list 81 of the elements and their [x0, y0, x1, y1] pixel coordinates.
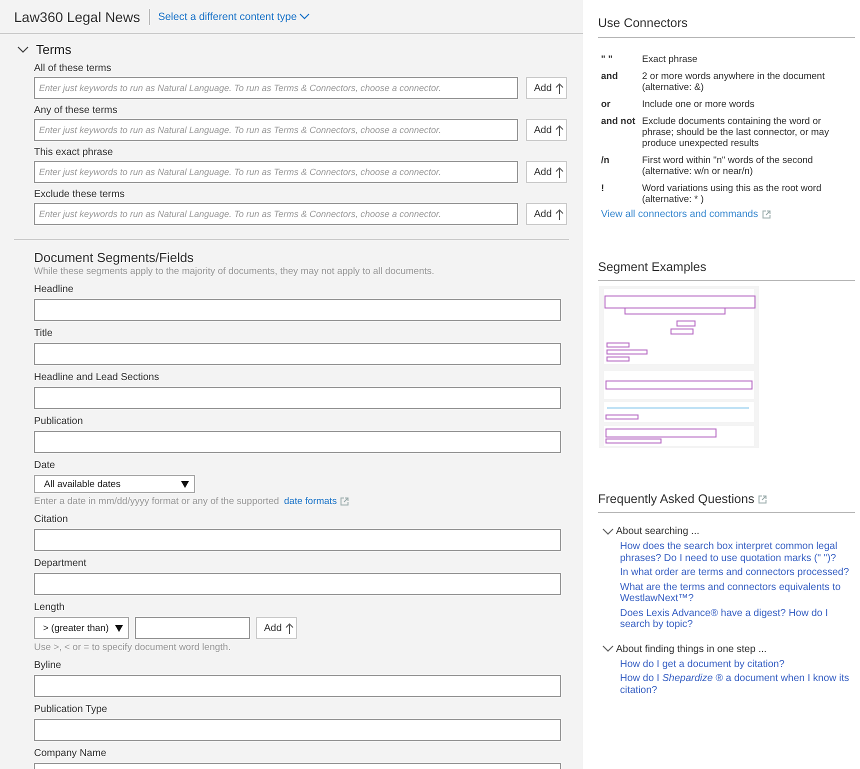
text-input[interactable]: [34, 719, 561, 741]
date-formats-link[interactable]: date formats: [284, 496, 337, 507]
dropdown-arrow-icon: [181, 480, 189, 488]
field-label: Date: [34, 459, 56, 472]
arrow-up-icon: [284, 622, 294, 634]
terms-toggle[interactable]: Terms: [14, 42, 72, 57]
connectors-link[interactable]: View all connectors and commands: [601, 209, 758, 220]
field-label: Length: [34, 601, 66, 614]
external-link-icon: [340, 497, 349, 506]
panel-heading: Segment Examples: [598, 260, 855, 281]
add-button[interactable]: Add: [256, 617, 297, 639]
terms-input[interactable]: Enter just keywords to run as Natural Language. To run as Terms & Connectors, choose a connector.: [34, 77, 518, 99]
text-input[interactable]: [34, 431, 561, 453]
faq-link[interactable]: What are the terms and connectors equivalents to WestlawNext™?: [620, 582, 855, 604]
add-button[interactable]: Add: [526, 119, 567, 141]
field-label: Exclude these terms: [34, 188, 126, 201]
connector-description: Exclude documents containing the word or phrase; should be the last connector, or may produce unexpected results: [642, 116, 830, 149]
terms-input[interactable]: Enter just keywords to run as Natural Language. To run as Terms & Connectors, choose a connector.: [34, 203, 518, 225]
field-label: Headline and Lead Sections: [34, 371, 160, 384]
connector-symbol: and: [601, 71, 619, 84]
connector-symbol: " ": [601, 54, 614, 65]
arrow-up-icon: [554, 82, 564, 94]
faq-link[interactable]: How do I get a document by citation?: [620, 658, 855, 670]
external-link-icon: [758, 494, 768, 504]
length-dropdown[interactable]: > (greater than): [34, 617, 129, 639]
connector-description: Exact phrase: [642, 54, 698, 65]
field-label: Company Name: [34, 747, 108, 760]
text-input[interactable]: [34, 529, 561, 551]
add-button[interactable]: Add: [526, 161, 567, 183]
faq-link[interactable]: How do I Shepardize ® a document when I know its citation?: [620, 673, 855, 696]
text-input[interactable]: [34, 675, 561, 697]
text-input[interactable]: [34, 573, 561, 595]
field-label: Headline: [34, 283, 74, 296]
faq-link[interactable]: Does Lexis Advance® have a digest? How do I search by topic?: [620, 608, 855, 630]
field-label: Citation: [34, 513, 69, 526]
field-label: Byline: [34, 659, 62, 672]
page-title: Law360 Legal News: [14, 8, 140, 24]
connector-description: 2 or more words anywhere in the document (alternative: &): [642, 71, 826, 93]
panel-heading: Frequently Asked Questions: [598, 492, 754, 506]
connector-symbol: and not: [601, 116, 636, 129]
connector-description: Include one or more words: [642, 99, 756, 110]
terms-input[interactable]: Enter just keywords to run as Natural Language. To run as Terms & Connectors, choose a connector.: [34, 119, 518, 141]
section-heading: Document Segments/Fields: [34, 250, 195, 265]
connector-symbol: !: [601, 183, 606, 196]
field-label: Any of these terms: [34, 104, 118, 117]
connector-description: First word within "n" words of the second (alternative: w/n or near/n): [642, 155, 814, 177]
text-input[interactable]: [34, 343, 561, 365]
field-label: Title: [34, 327, 54, 340]
connector-symbol: or: [601, 99, 612, 110]
arrow-up-icon: [554, 208, 564, 220]
external-link-icon: [762, 210, 772, 219]
length-input[interactable]: [135, 617, 250, 639]
chevron-down-icon: [17, 46, 29, 54]
arrow-up-icon: [554, 124, 564, 136]
chevron-down-icon: [602, 528, 614, 536]
add-button[interactable]: Add: [526, 77, 567, 99]
connector-symbol: /n: [601, 155, 610, 168]
field-label: Publication Type: [34, 703, 108, 716]
chevron-down-icon: [602, 645, 614, 653]
text-input[interactable]: [34, 299, 561, 321]
faq-group-toggle[interactable]: About searching ...: [602, 526, 700, 537]
faq-group-toggle[interactable]: About finding things in one step ...: [602, 644, 767, 654]
field-label: Department: [34, 557, 88, 570]
faq-link[interactable]: In what order are terms and connectors processed?: [620, 567, 855, 578]
connector-description: Word variations using this as the root word (alternative: * ): [642, 183, 822, 205]
hint-text: Use >, < or = to specify document word length.: [34, 642, 231, 653]
terms-input[interactable]: Enter just keywords to run as Natural Language. To run as Terms & Connectors, choose a connector.: [34, 161, 518, 183]
hint-text: Enter a date in mm/dd/yyyy format or any of the supported: [34, 496, 280, 507]
field-label: This exact phrase: [34, 146, 114, 159]
section-description: While these segments apply to the majority of documents, they may not apply to all documents.: [34, 266, 436, 277]
panel-heading: Use Connectors: [598, 16, 855, 38]
field-label: All of these terms: [34, 62, 112, 75]
faq-link[interactable]: How does the search box interpret common legal phrases? Do I need to use quotation marks (" ")?: [620, 541, 855, 564]
chevron-down-icon: [298, 13, 310, 20]
text-input[interactable]: [34, 387, 561, 409]
arrow-up-icon: [554, 166, 564, 178]
content-type-link[interactable]: Select a different content type: [158, 10, 310, 22]
field-label: Publication: [34, 415, 84, 428]
dropdown-arrow-icon: [115, 624, 123, 632]
date-dropdown[interactable]: All available dates: [34, 475, 195, 493]
add-button[interactable]: Add: [526, 203, 567, 225]
